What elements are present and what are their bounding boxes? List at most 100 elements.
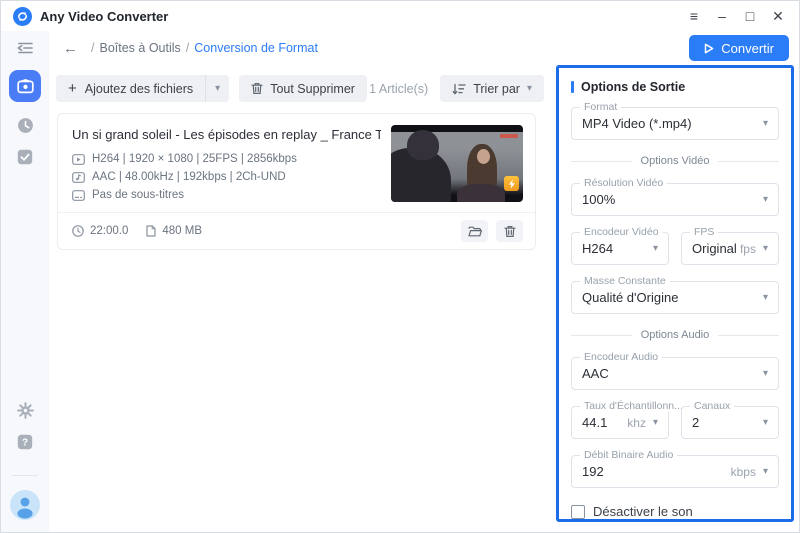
convert-button[interactable]: Convertir [689,35,789,61]
video-duration: 22:00.0 [90,225,128,237]
format-label: Format [580,101,621,113]
video-encoder-label: Encodeur Vidéo [580,226,663,238]
thumbnail-figure [407,130,439,160]
channels-label: Canaux [690,400,734,412]
add-files-button: + Ajoutez des fichiers ▾ [56,75,229,102]
user-avatar[interactable] [10,490,40,520]
sidebar-item-tasks[interactable] [17,149,33,165]
close-icon[interactable]: ✕ [765,5,791,27]
sample-rate-unit: khz [627,416,653,430]
minimize-icon[interactable]: – [709,5,735,27]
video-title: Un si grand soleil - Les épisodes en rep… [72,127,381,142]
sort-button[interactable]: Trier par ▾ [440,75,544,102]
sort-label: Trier par [473,82,520,96]
video-options-section-label: Options Vidéo [641,155,710,167]
bitrate-mode-select[interactable]: Masse Constante Qualité d'Origine ▾ [571,281,779,314]
audio-bitrate-label: Débit Binaire Audio [580,449,677,461]
open-folder-button[interactable] [461,220,488,242]
chevron-down-icon: ▾ [763,194,768,205]
chevron-down-icon: ▾ [653,417,658,428]
chevron-down-icon: ▾ [763,417,768,428]
delete-item-button[interactable] [496,220,523,242]
settings-gear-icon[interactable] [17,402,34,419]
convert-button-label: Convertir [721,41,774,56]
sidebar-collapse-icon[interactable] [17,41,34,55]
add-files-caret[interactable]: ▾ [205,75,229,102]
plus-icon: + [68,81,77,96]
format-select[interactable]: Format MP4 Video (*.mp4) ▾ [571,107,779,140]
bitrate-mode-value: Qualité d'Origine [582,290,678,305]
delete-all-button[interactable]: Tout Supprimer [239,75,367,102]
help-icon[interactable]: ? [17,434,33,450]
items-count: 1 Article(s) [369,82,428,96]
video-encoder-value: H264 [582,241,613,256]
video-encoder-select[interactable]: Encodeur Vidéo H264 ▾ [571,232,669,265]
add-files-label: Ajoutez des fichiers [85,82,193,96]
back-arrow-icon[interactable]: ← [63,40,78,57]
folder-icon [468,226,482,237]
resolution-value: 100% [582,192,615,207]
fps-label: FPS [690,226,718,238]
sort-icon [452,83,466,95]
breadcrumb-current: Conversion de Format [194,41,318,55]
trash-icon [251,82,263,95]
video-info-text: H264 | 1920 × 1080 | 25FPS | 2856kbps [92,153,297,165]
svg-text:?: ? [22,438,28,449]
sidebar-bottom: ? [10,402,40,520]
video-list-item[interactable]: Un si grand soleil - Les épisodes en rep… [57,113,536,250]
channels-select[interactable]: Canaux 2 ▾ [681,406,779,439]
trash-icon [504,225,516,238]
app-logo-icon [13,7,32,26]
audio-bitrate-select[interactable]: Débit Binaire Audio 192 kbps ▾ [571,455,779,488]
app-title: Any Video Converter [40,9,168,24]
sidebar-divider [12,475,38,476]
chevron-down-icon: ▾ [763,368,768,379]
page-header: ← / Boîtes à Outils / Conversion de Form… [49,31,799,65]
chevron-down-icon: ▾ [763,466,768,477]
audio-options-section-label: Options Audio [641,329,710,341]
play-icon [704,43,714,54]
title-accent-bar [571,81,574,93]
app-window: Any Video Converter ≡ – □ ✕ [0,0,800,533]
sidebar-item-history[interactable] [17,117,34,134]
titlebar: Any Video Converter ≡ – □ ✕ [1,1,799,31]
fps-select[interactable]: FPS Original fps ▾ [681,232,779,265]
chevron-down-icon: ▾ [763,118,768,129]
sidebar-item-converter[interactable] [9,70,41,102]
format-value: MP4 Video (*.mp4) [582,116,692,131]
audio-info-text: AAC | 48.00kHz | 192kbps | 2Ch-UND [92,171,286,183]
maximize-icon[interactable]: □ [737,5,763,27]
mute-checkbox-label: Désactiver le son [593,504,693,519]
breadcrumb-separator: / [91,41,94,55]
fps-unit: fps [740,242,763,256]
lightning-badge-icon [504,176,519,191]
sample-rate-select[interactable]: Taux d'Échantillonn... 44.1 khz ▾ [571,406,669,439]
video-thumbnail[interactable] [391,125,523,202]
chevron-down-icon: ▾ [763,292,768,303]
thumbnail-figure [477,149,490,164]
sidebar: ? [1,31,49,532]
add-files-main[interactable]: + Ajoutez des fichiers [56,75,205,102]
file-list-area: + Ajoutez des fichiers ▾ [49,65,550,532]
breadcrumb-parent[interactable]: Boîtes à Outils [99,41,180,55]
audio-bitrate-unit: kbps [731,465,763,479]
resolution-select[interactable]: Résolution Vidéo 100% ▾ [571,183,779,216]
sort-caret-icon: ▾ [527,83,532,94]
resolution-label: Résolution Vidéo [580,177,667,189]
subtitle-info-text: Pas de sous-titres [92,189,184,201]
app-menu-icon[interactable]: ≡ [681,5,707,27]
output-options-panel: Options de Sortie Format MP4 Video (*.mp… [556,65,794,522]
sample-rate-value: 44.1 [582,415,607,430]
audio-encoder-select[interactable]: Encodeur Audio AAC ▾ [571,357,779,390]
video-stream-icon [72,154,85,165]
breadcrumb-separator: / [186,41,189,55]
channels-value: 2 [692,415,699,430]
mute-checkbox[interactable] [571,505,585,519]
audio-encoder-label: Encodeur Audio [580,351,662,363]
sample-rate-label: Taux d'Échantillonn... [580,400,687,412]
channel-logo [500,134,518,138]
audio-encoder-value: AAC [582,366,609,381]
thumbnail-figure [457,184,505,202]
video-size: 480 MB [162,225,202,237]
bitrate-mode-label: Masse Constante [580,275,670,287]
